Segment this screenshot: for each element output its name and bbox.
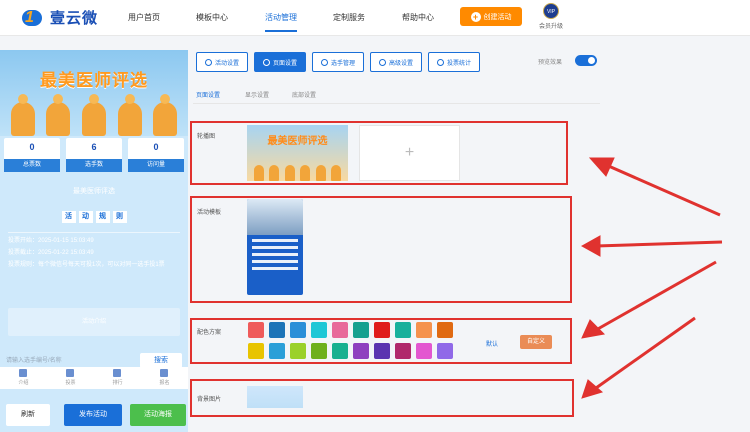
arrow-head-icon xyxy=(580,235,601,257)
annotation-arrows xyxy=(580,157,723,399)
arrow-head-icon xyxy=(581,379,604,399)
arrow-head-icon xyxy=(588,157,615,177)
